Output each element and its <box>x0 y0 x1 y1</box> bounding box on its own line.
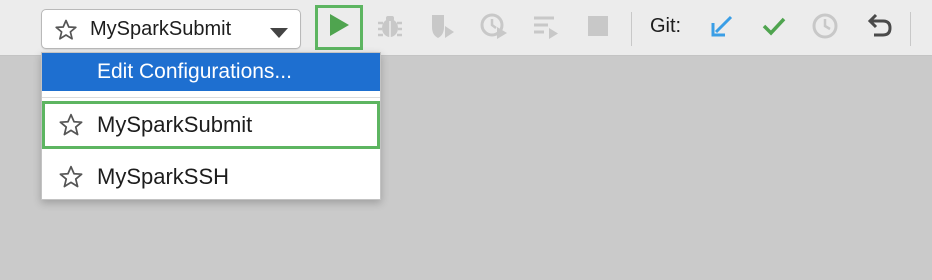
clock-icon <box>810 11 840 46</box>
profile-button[interactable] <box>476 10 512 46</box>
toolbar-separator <box>910 12 911 46</box>
git-update-button[interactable] <box>704 10 740 46</box>
git-history-button[interactable] <box>807 10 843 46</box>
play-icon <box>328 13 350 42</box>
menu-divider <box>42 97 380 98</box>
star-outline-icon <box>58 164 84 195</box>
stop-button[interactable] <box>580 10 616 46</box>
bug-icon <box>375 11 405 46</box>
undo-arrow-icon <box>864 11 894 46</box>
menu-item-label: MySparkSSH <box>97 164 230 189</box>
git-commit-button[interactable] <box>756 10 792 46</box>
run-configuration-dropdown: Edit Configurations... MySparkSubmit MyS… <box>41 52 381 200</box>
toolbar-separator <box>631 12 632 46</box>
menu-item-mysparkssh[interactable]: MySparkSSH <box>42 153 380 201</box>
run-configuration-select[interactable]: MySparkSubmit <box>41 9 301 49</box>
list-run-icon <box>531 11 561 46</box>
menu-item-label: MySparkSubmit <box>97 112 253 137</box>
stop-square-icon <box>587 15 609 42</box>
coverage-button[interactable] <box>424 10 460 46</box>
run-list-button[interactable] <box>528 10 564 46</box>
checkmark-icon <box>760 12 788 45</box>
profiler-clock-icon <box>479 11 509 46</box>
chevron-down-icon[interactable] <box>270 25 288 43</box>
star-outline-icon <box>58 112 84 143</box>
star-outline-icon <box>54 18 78 47</box>
coverage-shield-icon <box>427 11 457 46</box>
arrow-down-left-icon <box>708 12 736 45</box>
menu-item-mysparksubmit[interactable]: MySparkSubmit <box>42 101 380 149</box>
edit-configurations-item[interactable]: Edit Configurations... <box>42 53 380 91</box>
selected-configuration-label: MySparkSubmit <box>90 18 232 40</box>
git-revert-button[interactable] <box>861 10 897 46</box>
main-toolbar: MySparkSubmit Git: <box>0 0 932 56</box>
debug-button[interactable] <box>372 10 408 46</box>
git-label: Git: <box>650 15 682 37</box>
run-button[interactable] <box>315 5 363 50</box>
